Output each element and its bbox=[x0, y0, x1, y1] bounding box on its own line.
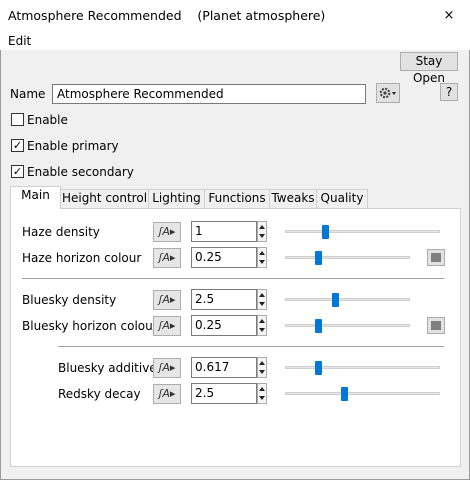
tab-main[interactable]: Main bbox=[10, 186, 61, 209]
spin-down-icon bbox=[259, 370, 265, 374]
curve-icon: ʃA▸ bbox=[158, 251, 176, 264]
spin-down-icon bbox=[259, 260, 265, 264]
haze-horizon-colour-slider[interactable] bbox=[285, 256, 410, 259]
name-field[interactable]: Atmosphere Recommended bbox=[52, 84, 366, 104]
haze-density-input[interactable]: 1 bbox=[191, 221, 257, 242]
bluesky-density-input[interactable]: 2.5 bbox=[191, 289, 257, 310]
curve-editor-button[interactable]: ʃA▸ bbox=[153, 222, 181, 242]
bluesky-density-spinner[interactable] bbox=[257, 289, 267, 310]
spin-up-icon bbox=[259, 251, 265, 255]
curve-icon: ʃA▸ bbox=[158, 361, 176, 374]
enable-primary-checkbox[interactable]: ✓ bbox=[11, 139, 24, 152]
bluesky-horizon-colour-spinner[interactable] bbox=[257, 315, 267, 336]
tab-lighting[interactable]: Lighting bbox=[148, 189, 205, 208]
color-fill bbox=[431, 253, 441, 262]
stay-open-button[interactable]: Stay Open bbox=[400, 52, 458, 85]
settings-menu-button[interactable] bbox=[376, 83, 400, 103]
spin-up-icon bbox=[259, 387, 265, 391]
spin-up-icon bbox=[259, 293, 265, 297]
bluesky-additive-label: Bluesky additive bbox=[58, 361, 157, 375]
curve-icon: ʃA▸ bbox=[158, 225, 176, 238]
haze-density-label: Haze density bbox=[22, 225, 100, 239]
haze-horizon-colour-slider-thumb[interactable] bbox=[314, 251, 322, 265]
spin-up-icon bbox=[259, 225, 265, 229]
bluesky-horizon-colour-label: Bluesky horizon colour bbox=[22, 319, 158, 333]
enable-label: Enable bbox=[27, 113, 68, 127]
name-label: Name bbox=[10, 87, 46, 101]
enable-checkbox[interactable] bbox=[11, 113, 24, 126]
curve-icon: ʃA▸ bbox=[158, 293, 176, 306]
enable-secondary-label: Enable secondary bbox=[27, 165, 134, 179]
redsky-decay-slider-thumb[interactable] bbox=[341, 387, 349, 401]
bluesky-horizon-colour-input[interactable]: 0.25 bbox=[191, 315, 257, 336]
curve-icon: ʃA▸ bbox=[158, 319, 176, 332]
spin-down-icon bbox=[259, 302, 265, 306]
checkmark-icon: ✓ bbox=[12, 139, 23, 152]
redsky-decay-input[interactable]: 2.5 bbox=[191, 383, 257, 404]
separator bbox=[58, 346, 444, 347]
curve-editor-button[interactable]: ʃA▸ bbox=[153, 358, 181, 378]
bluesky-additive-slider-thumb[interactable] bbox=[314, 361, 322, 375]
gear-icon bbox=[379, 87, 396, 99]
close-icon[interactable]: × bbox=[440, 8, 458, 24]
haze-horizon-colour-label: Haze horizon colour bbox=[22, 251, 142, 265]
bluesky-horizon-colour-slider[interactable] bbox=[285, 324, 410, 327]
help-button[interactable]: ? bbox=[440, 83, 458, 101]
enable-secondary-checkbox[interactable]: ✓ bbox=[11, 165, 24, 178]
bluesky-density-label: Bluesky density bbox=[22, 293, 117, 307]
redsky-decay-spinner[interactable] bbox=[257, 383, 267, 404]
curve-icon: ʃA▸ bbox=[158, 387, 176, 400]
redsky-decay-slider[interactable] bbox=[285, 392, 440, 395]
haze-density-slider[interactable] bbox=[285, 230, 440, 233]
enable-primary-label: Enable primary bbox=[27, 139, 119, 153]
curve-editor-button[interactable]: ʃA▸ bbox=[153, 316, 181, 336]
tab-quality[interactable]: Quality bbox=[316, 189, 368, 208]
bluesky-additive-input[interactable]: 0.617 bbox=[191, 357, 257, 378]
bluesky-additive-slider[interactable] bbox=[285, 366, 440, 369]
redsky-decay-label: Redsky decay bbox=[58, 387, 141, 401]
curve-editor-button[interactable]: ʃA▸ bbox=[153, 384, 181, 404]
haze-horizon-colour-swatch[interactable] bbox=[427, 249, 445, 266]
bluesky-density-slider-thumb[interactable] bbox=[332, 293, 340, 307]
tab-functions[interactable]: Functions bbox=[204, 189, 270, 208]
checkmark-icon: ✓ bbox=[12, 165, 23, 178]
curve-editor-button[interactable]: ʃA▸ bbox=[153, 290, 181, 310]
bluesky-additive-spinner[interactable] bbox=[257, 357, 267, 378]
tab-tweaks[interactable]: Tweaks bbox=[269, 189, 317, 208]
bluesky-density-slider[interactable] bbox=[285, 298, 410, 301]
spin-down-icon bbox=[259, 234, 265, 238]
spin-down-icon bbox=[259, 396, 265, 400]
bluesky-horizon-colour-swatch[interactable] bbox=[427, 317, 445, 334]
bluesky-horizon-colour-slider-thumb[interactable] bbox=[314, 319, 322, 333]
curve-editor-button[interactable]: ʃA▸ bbox=[153, 248, 181, 268]
spin-up-icon bbox=[259, 361, 265, 365]
menu-bar bbox=[0, 32, 470, 50]
window-title: Atmosphere Recommended (Planet atmospher… bbox=[8, 8, 326, 23]
separator bbox=[22, 278, 444, 279]
color-fill bbox=[431, 321, 441, 330]
haze-horizon-colour-spinner[interactable] bbox=[257, 247, 267, 268]
haze-horizon-colour-input[interactable]: 0.25 bbox=[191, 247, 257, 268]
spin-down-icon bbox=[259, 328, 265, 332]
menu-edit[interactable]: Edit bbox=[8, 34, 31, 48]
spin-up-icon bbox=[259, 319, 265, 323]
haze-density-spinner[interactable] bbox=[257, 221, 267, 242]
tab-height-control[interactable]: Height control bbox=[60, 189, 149, 208]
haze-density-slider-thumb[interactable] bbox=[322, 225, 329, 239]
